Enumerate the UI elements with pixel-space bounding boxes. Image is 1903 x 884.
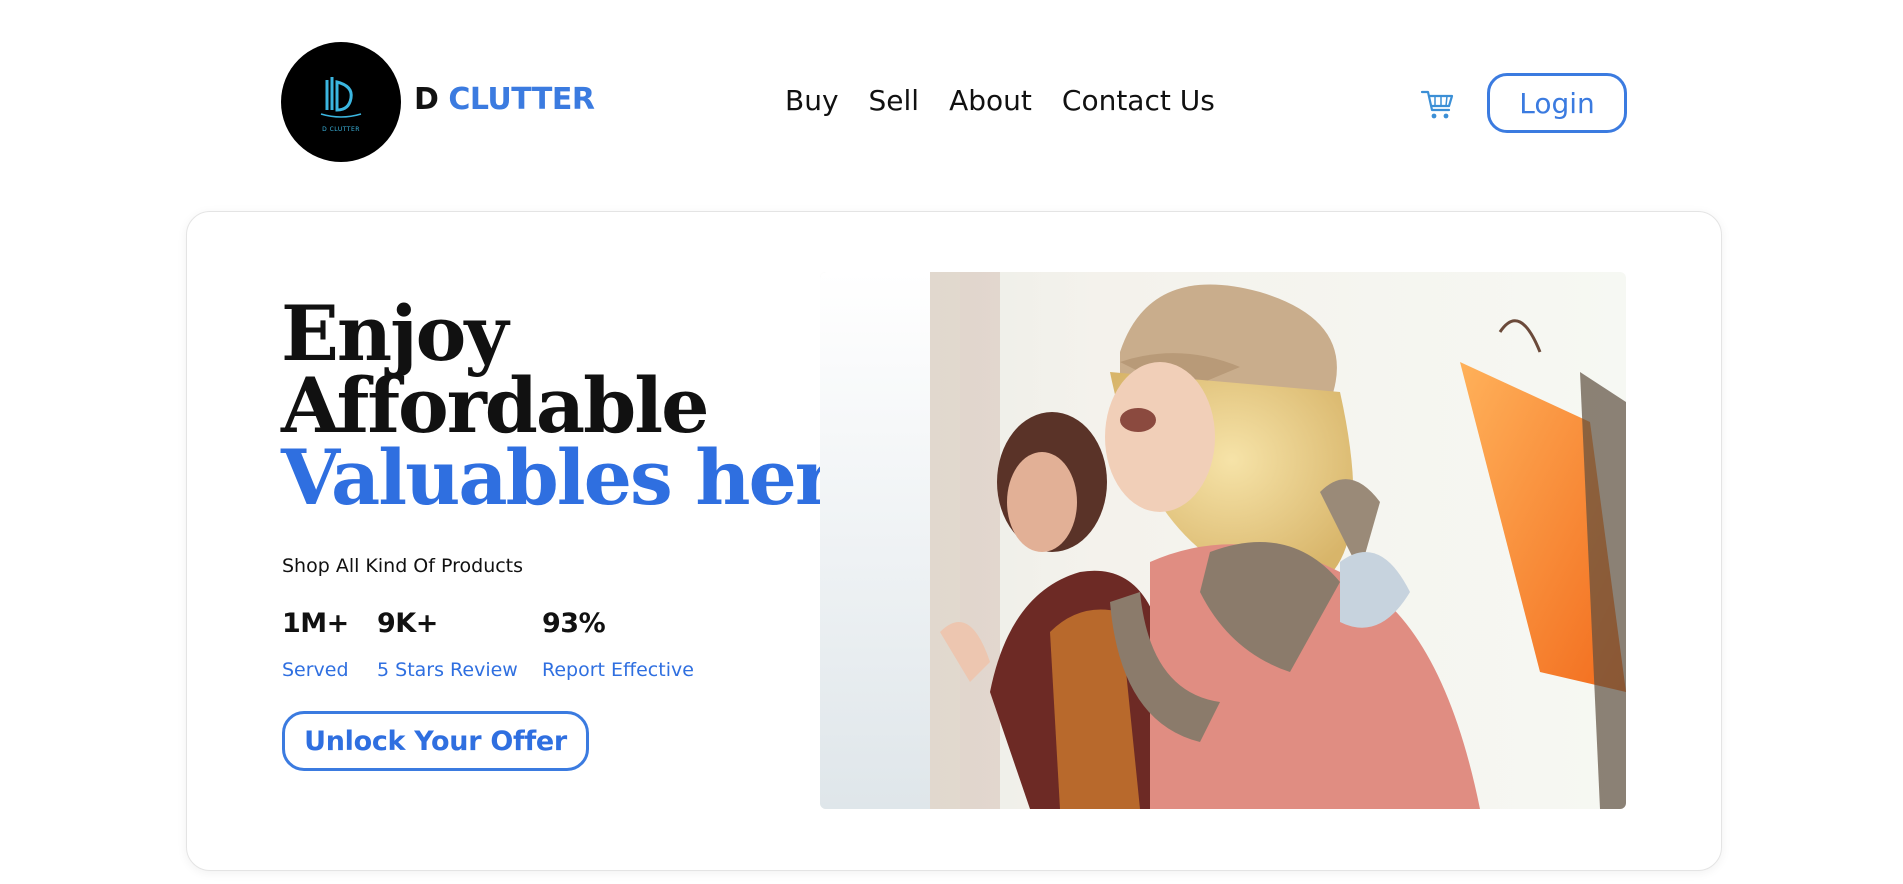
stat-label: Served (282, 659, 349, 681)
brand-d: D (414, 82, 439, 117)
shopping-women-illustration (820, 272, 1626, 809)
brand-clutter: CLUTTER (448, 82, 595, 117)
stat-reviews: 9K+ 5 Stars Review (377, 608, 542, 681)
hero-stats: 1M+ Served 9K+ 5 Stars Review 93% Report… (282, 608, 742, 681)
unlock-offer-button[interactable]: Unlock Your Offer (282, 711, 589, 771)
shopping-cart-icon[interactable] (1419, 86, 1455, 122)
nav-item-about[interactable]: About (949, 84, 1032, 117)
main-menu: Buy Sell About Contact Us (785, 84, 1215, 117)
stat-label: Report Effective (542, 659, 694, 681)
logo-mark-text: D CLUTTER (322, 125, 360, 133)
stat-value: 1M+ (282, 608, 349, 639)
stat-value: 93% (542, 608, 606, 639)
headline-line-2: Affordable (281, 361, 710, 450)
login-button[interactable]: Login (1487, 73, 1627, 133)
headline-line-1: Enjoy (281, 289, 509, 378)
navbar: D CLUTTER D CLUTTER Buy Sell About Conta… (281, 42, 1627, 164)
stat-label: 5 Stars Review (377, 659, 518, 681)
stat-report-effective: 93% Report Effective (542, 608, 742, 681)
brand-name[interactable]: D CLUTTER (414, 82, 595, 117)
stat-served: 1M+ Served (282, 608, 377, 681)
nav-item-contact-us[interactable]: Contact Us (1062, 84, 1215, 117)
nav-item-sell[interactable]: Sell (869, 84, 920, 117)
stat-value: 9K+ (377, 608, 438, 639)
hero-tagline: Shop All Kind Of Products (282, 555, 524, 577)
headline-line-3: Valuables here (281, 433, 881, 522)
hero-image (820, 272, 1626, 809)
nav-item-buy[interactable]: Buy (785, 84, 839, 117)
logo[interactable]: D CLUTTER (281, 42, 401, 162)
logo-mark-icon (320, 76, 362, 118)
hero-headline: Enjoy Affordable Valuables here (281, 289, 881, 522)
